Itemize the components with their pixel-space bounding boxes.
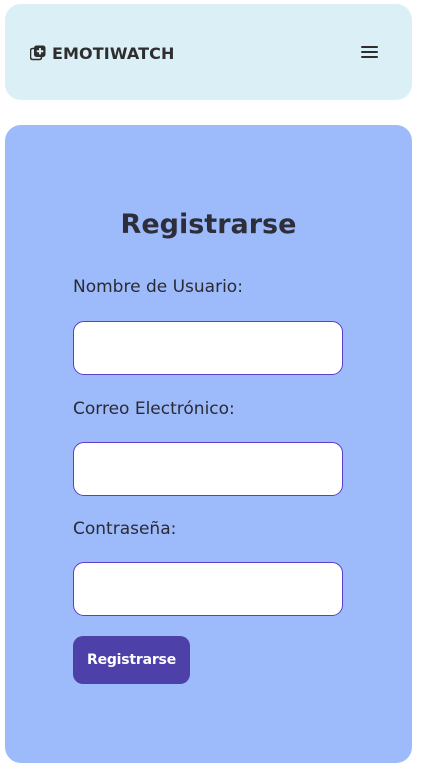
email-input[interactable] bbox=[73, 442, 343, 496]
password-label: Contraseña: bbox=[73, 519, 177, 539]
hamburger-menu-icon[interactable] bbox=[361, 44, 378, 60]
register-card: Registrarse Nombre de Usuario: Correo El… bbox=[5, 125, 412, 763]
email-label: Correo Electrónico: bbox=[73, 399, 235, 419]
navbar: EMOTIWATCH bbox=[5, 4, 412, 100]
form-title: Registrarse bbox=[120, 209, 297, 240]
menu-bar bbox=[361, 46, 378, 48]
brand-logo[interactable]: EMOTIWATCH bbox=[30, 42, 174, 64]
password-input[interactable] bbox=[73, 562, 343, 616]
username-label: Nombre de Usuario: bbox=[73, 277, 243, 297]
menu-bar bbox=[361, 56, 378, 58]
menu-bar bbox=[361, 51, 378, 53]
username-input[interactable] bbox=[73, 321, 343, 375]
brand-name: EMOTIWATCH bbox=[52, 43, 175, 63]
plus-square-icon bbox=[30, 45, 46, 61]
register-button[interactable]: Registrarse bbox=[73, 636, 190, 684]
